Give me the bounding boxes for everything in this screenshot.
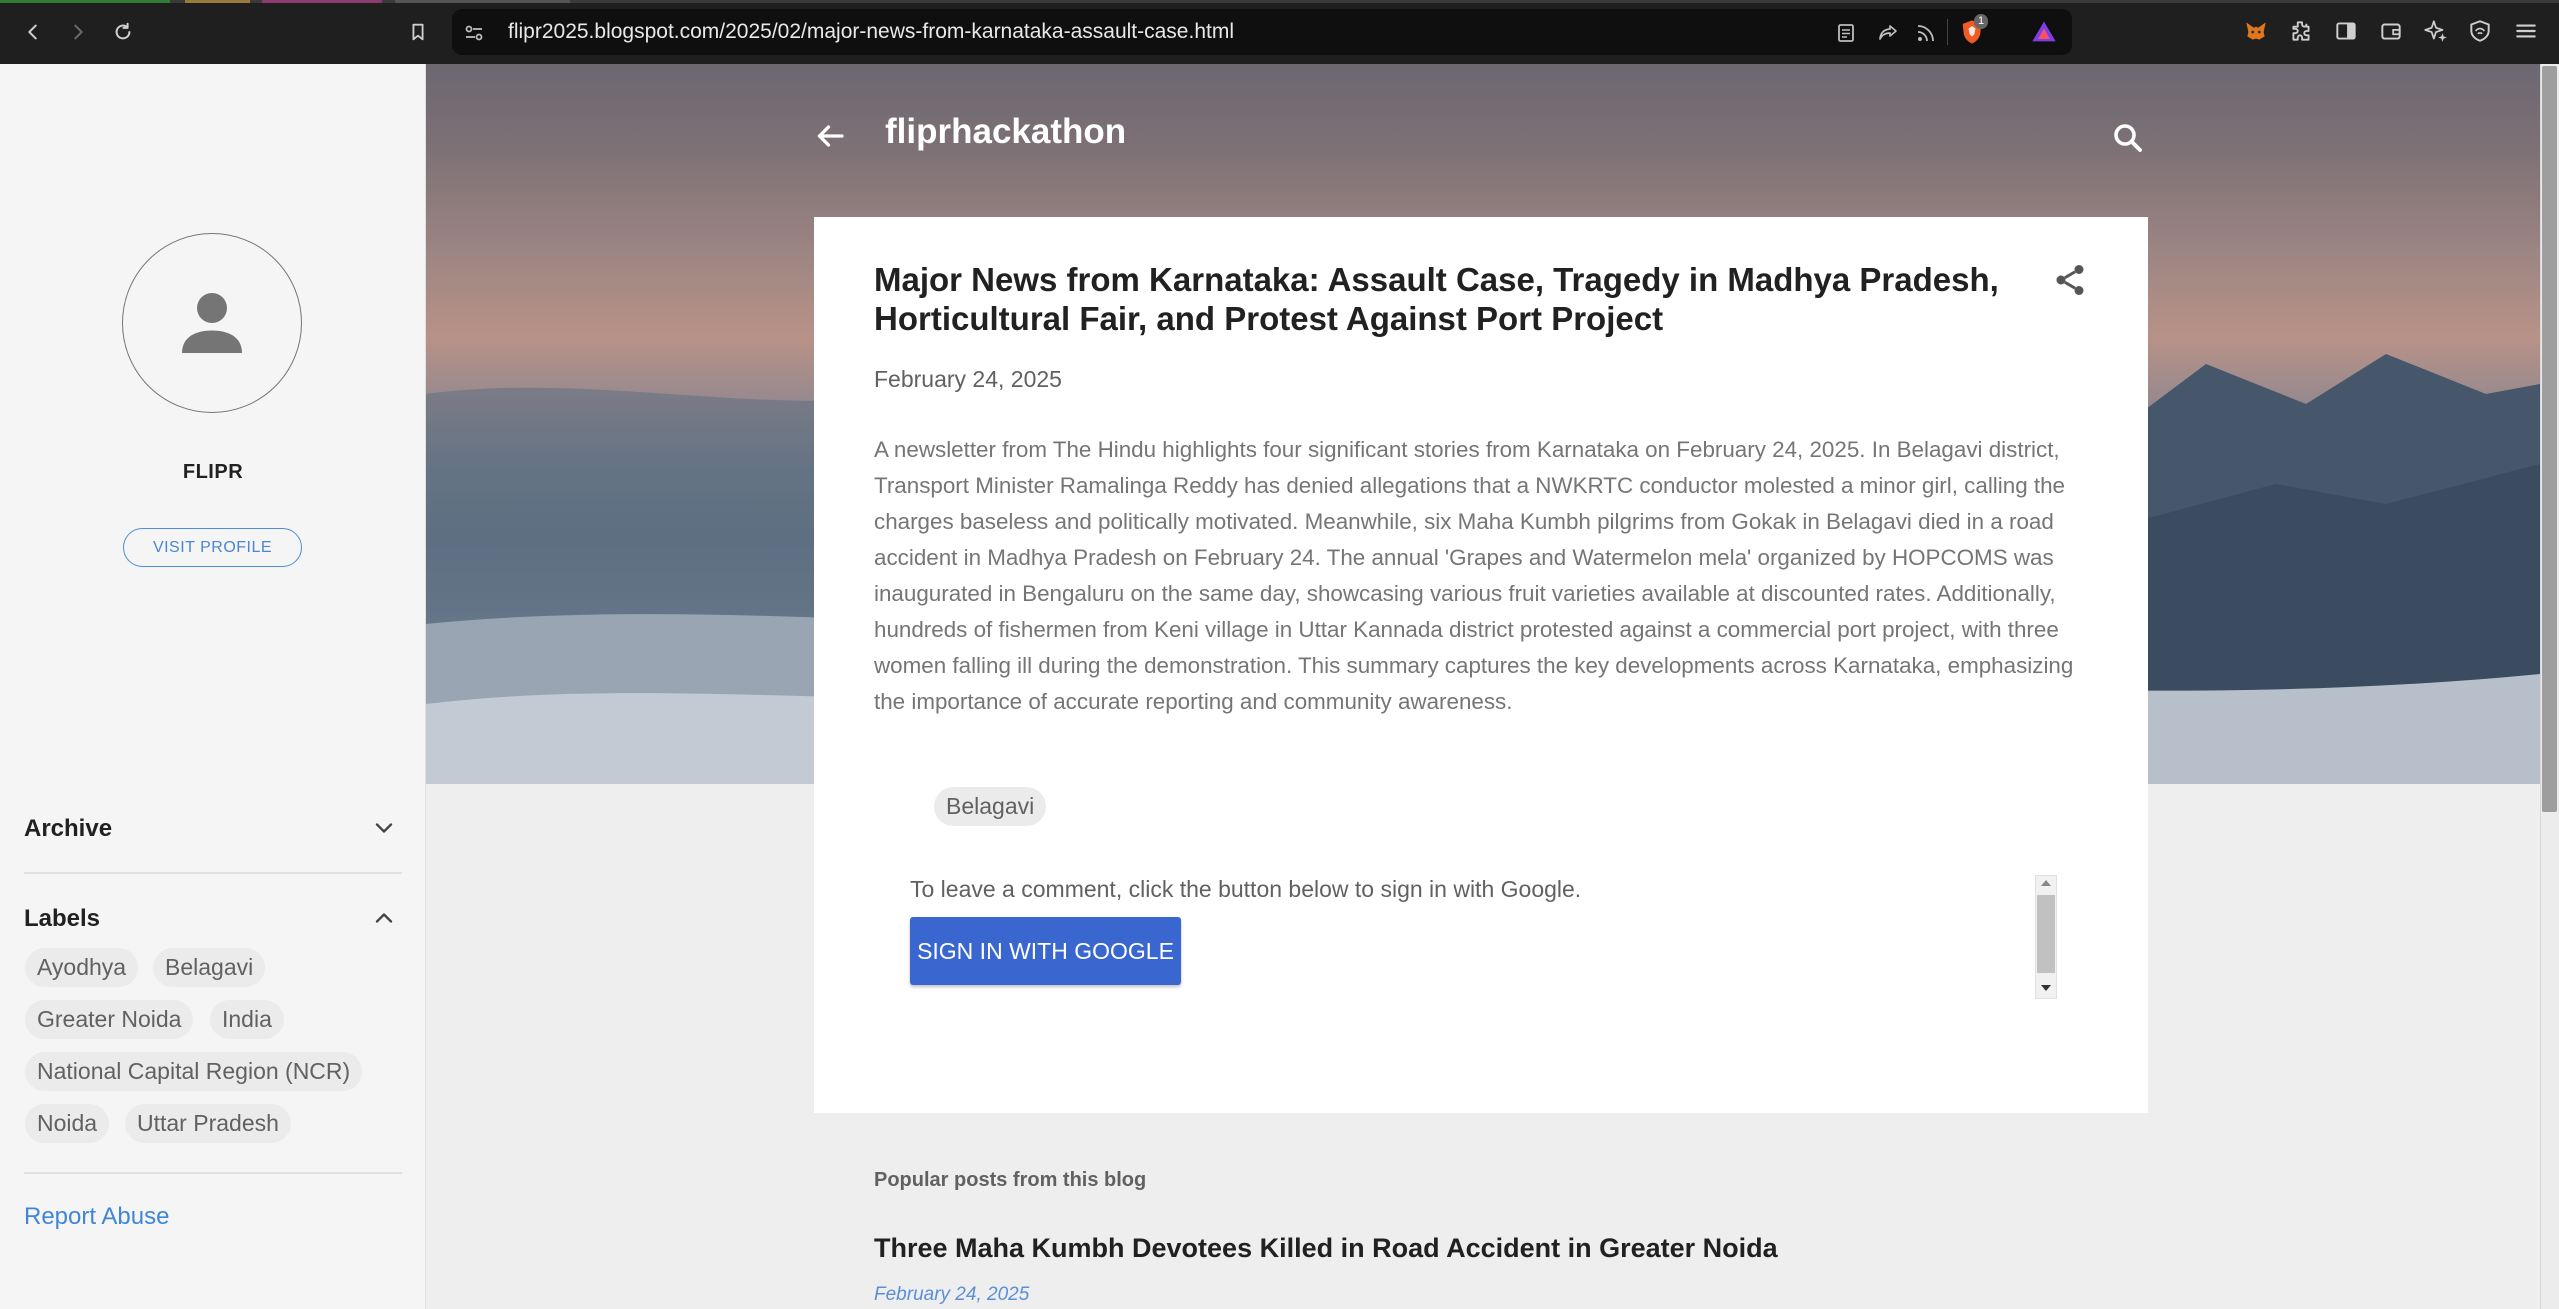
divider (24, 872, 402, 874)
forward-icon (74, 24, 83, 40)
chevron-down-icon[interactable] (370, 814, 398, 842)
blog-title[interactable]: fliprhackathon (885, 112, 1126, 152)
sidebar-toggle-icon[interactable] (2333, 18, 2359, 44)
label-chip-ncr[interactable]: National Capital Region (NCR) (25, 1052, 363, 1091)
brave-rewards-icon[interactable] (2030, 18, 2058, 46)
scroll-down-arrow-icon[interactable] (2041, 985, 2051, 991)
label-chip-uttar-pradesh[interactable]: Uttar Pradesh (125, 1104, 291, 1143)
chevron-up-icon[interactable] (370, 904, 398, 932)
wallet-icon[interactable] (2378, 18, 2404, 44)
tab-strip (0, 0, 2559, 3)
tab-indicator[interactable] (395, 0, 570, 3)
extensions-icon[interactable] (2288, 18, 2314, 44)
share-icon[interactable] (2052, 262, 2088, 298)
popular-posts-heading: Popular posts from this blog (874, 1169, 1147, 1191)
popular-post-date: February 24, 2025 (874, 1284, 1030, 1305)
back-button[interactable] (15, 14, 51, 50)
metamask-icon[interactable] (2243, 18, 2269, 44)
avatar[interactable] (122, 233, 302, 413)
site-settings-icon[interactable] (462, 21, 486, 45)
report-abuse-link[interactable]: Report Abuse (24, 1203, 169, 1231)
person-icon (182, 293, 242, 353)
brave-badge: 1 (1974, 14, 1989, 29)
rss-icon[interactable] (1914, 21, 1938, 45)
scroll-up-arrow-icon[interactable] (2041, 880, 2051, 886)
browser-toolbar: 1 flipr2025.blogspot.com/2025/02/major-n… (0, 0, 2559, 64)
menu-icon[interactable] (2513, 18, 2539, 44)
visit-profile-button[interactable]: VISIT PROFILE (123, 528, 302, 567)
page-scrollbar-thumb[interactable] (2542, 66, 2557, 812)
forward-button[interactable] (60, 14, 96, 50)
post-body: A newsletter from The Hindu highlights f… (874, 437, 2074, 714)
post-label-chip[interactable]: Belagavi (934, 787, 1047, 826)
share-page-icon[interactable] (1876, 21, 1900, 45)
back-icon (28, 24, 37, 40)
profile-name: FLIPR (182, 461, 244, 483)
reload-icon (115, 22, 131, 40)
reload-button[interactable] (105, 14, 141, 50)
post-title: Major News from Karnataka: Assault Case,… (874, 261, 1999, 337)
vpn-icon[interactable] (2467, 18, 2493, 44)
labels-heading[interactable]: Labels (24, 905, 100, 933)
comment-frame-scrollbar-thumb[interactable] (2037, 895, 2055, 973)
tab-indicator[interactable] (185, 0, 250, 3)
label-chip-noida[interactable]: Noida (25, 1104, 110, 1143)
label-chip-belagavi[interactable]: Belagavi (153, 948, 266, 987)
popular-post-title[interactable]: Three Maha Kumbh Devotees Killed in Road… (874, 1233, 1778, 1264)
label-chip-ayodhya[interactable]: Ayodhya (25, 948, 139, 987)
tab-indicator[interactable] (262, 0, 382, 3)
tab-indicator[interactable] (0, 0, 170, 3)
back-arrow-icon[interactable] (812, 118, 852, 158)
brave-shields-icon[interactable]: 1 (1958, 14, 1989, 46)
bookmark-icon (412, 23, 424, 41)
label-chip-greater-noida[interactable]: Greater Noida (25, 1000, 194, 1039)
divider (24, 1172, 402, 1174)
comment-instruction: To leave a comment, click the button bel… (910, 876, 1582, 902)
reader-mode-icon[interactable] (1834, 21, 1858, 45)
post-date: February 24, 2025 (874, 366, 1062, 392)
bookmark-button[interactable] (400, 14, 436, 50)
archive-heading[interactable]: Archive (24, 815, 112, 843)
search-icon[interactable] (2110, 120, 2150, 160)
leo-ai-icon[interactable] (2423, 18, 2449, 44)
url-text[interactable]: flipr2025.blogspot.com/2025/02/major-new… (508, 9, 1234, 55)
sign-in-with-google-button[interactable]: SIGN IN WITH GOOGLE (910, 917, 1181, 985)
label-chip-india[interactable]: India (210, 1000, 284, 1039)
